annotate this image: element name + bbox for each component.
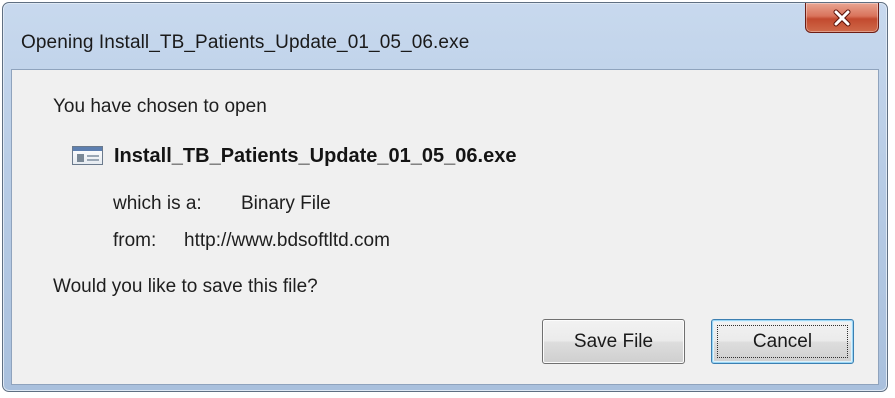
close-button[interactable] <box>805 3 879 33</box>
cancel-button-label: Cancel <box>752 330 813 352</box>
dialog-window: Opening Install_TB_Patients_Update_01_05… <box>2 2 888 392</box>
title-bar[interactable]: Opening Install_TB_Patients_Update_01_05… <box>3 3 887 69</box>
source-label: from: <box>113 230 157 251</box>
save-file-button[interactable]: Save File <box>542 319 685 364</box>
dialog-body: You have chosen to open Install_TB_Patie… <box>11 69 879 385</box>
file-type-value: Binary File <box>241 193 331 214</box>
file-name: Install_TB_Patients_Update_01_05_06.exe <box>114 145 517 167</box>
file-type-label: which is a: <box>113 193 202 214</box>
window-title: Opening Install_TB_Patients_Update_01_05… <box>21 32 470 53</box>
save-file-button-label: Save File <box>573 330 654 352</box>
dialog-heading: You have chosen to open <box>53 96 267 117</box>
executable-file-icon <box>72 146 103 165</box>
close-x-icon <box>831 9 853 27</box>
save-question: Would you like to save this file? <box>53 276 318 297</box>
cancel-button[interactable]: Cancel <box>711 319 854 364</box>
source-url: http://www.bdsoftltd.com <box>184 230 390 251</box>
